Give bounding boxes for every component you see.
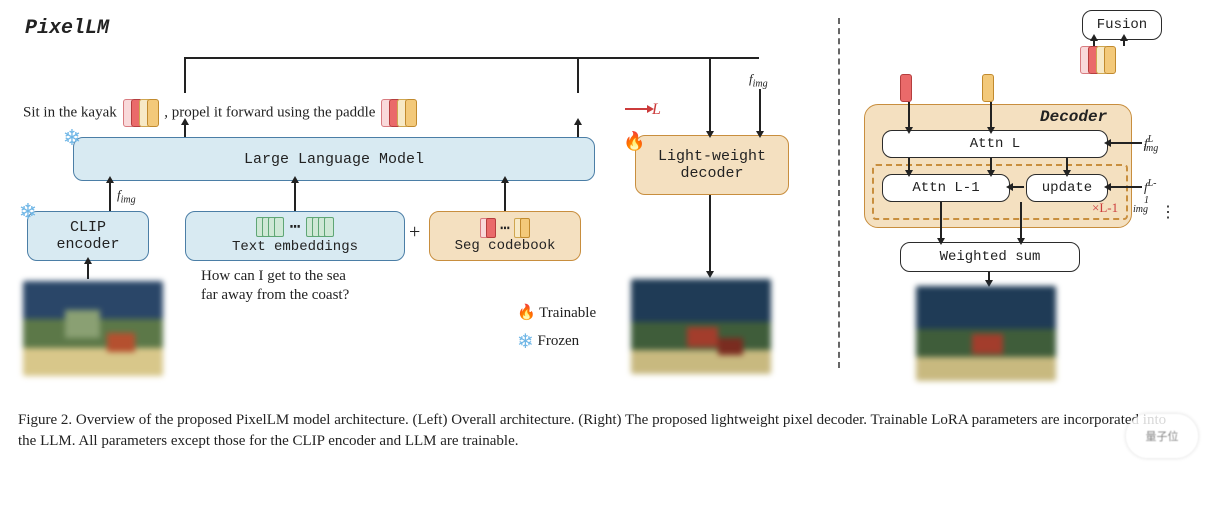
attn-L-box: Attn L — [882, 130, 1108, 158]
fimg-left-label: fimg — [117, 187, 136, 206]
model-title: PixelLM — [25, 17, 109, 40]
text-emb-label: Text embeddings — [232, 239, 358, 255]
times-L-1: ×L-1 — [1092, 200, 1118, 216]
fusion-tokens — [1082, 46, 1114, 74]
plus-sign: + — [409, 221, 420, 244]
vertical-divider — [838, 18, 840, 368]
text-embeddings-box: ⋯ Text embeddings — [185, 211, 405, 261]
decoder-output-image — [916, 286, 1056, 381]
arrow-textemb-llm — [294, 181, 296, 211]
snowflake-icon: ❄ — [59, 125, 85, 151]
right-decoder-detail: Fusion Decoder ×L-1 Attn L Attn L-1 upda… — [860, 8, 1190, 382]
output-sentence: Sit in the kayak , propel it forward usi… — [23, 99, 419, 127]
snowflake-icon-clip: ❄ — [15, 199, 41, 225]
update-box: update — [1026, 174, 1108, 202]
arrow-seg-llm — [504, 181, 506, 211]
vdots-icon: ⋮ — [1160, 202, 1176, 222]
arrow-fimg-decoder — [759, 89, 761, 133]
decoder-input-token-red — [902, 74, 910, 102]
watermark-badge: 量子位 — [1126, 414, 1198, 458]
fimg-top-label: fimg — [749, 71, 768, 90]
fire-icon: 🔥 — [623, 131, 645, 153]
llm-box: Large Language Model — [73, 137, 595, 181]
decoder-label: Light-weight decoder — [658, 148, 766, 182]
figure-caption: Figure 2. Overview of the proposed Pixel… — [18, 410, 1188, 451]
text-emb-tokens: ⋯ — [258, 216, 331, 238]
legend-frozen: ❄ Frozen — [517, 329, 579, 354]
figure-page: PixelLM Sit in the kayak , propel it for… — [0, 0, 1210, 516]
decoder-title: Decoder — [1040, 108, 1107, 126]
lightweight-decoder-box: Light-weight decoder — [635, 135, 789, 195]
seg-label: Seg codebook — [455, 238, 556, 254]
clip-label: CLIP encoder — [56, 219, 119, 253]
loss-arrow-line — [625, 108, 649, 110]
arrow-clip-llm — [109, 181, 111, 211]
fimg-L-label: fLimg — [1144, 134, 1158, 154]
legend-trainable: 🔥 Trainable — [517, 303, 596, 322]
token-group-2 — [383, 104, 415, 120]
top-bus — [184, 57, 759, 59]
seg-codebook-box: ⋯ Seg codebook — [429, 211, 581, 261]
attn-Lm1-box: Attn L-1 — [882, 174, 1010, 202]
fire-icon-legend: 🔥 — [517, 305, 536, 321]
snowflake-icon-legend: ❄ — [517, 331, 534, 353]
loss-arrowhead — [647, 105, 654, 113]
token-group-1 — [125, 104, 161, 120]
left-architecture: PixelLM Sit in the kayak , propel it for… — [18, 10, 820, 382]
llm-label: Large Language Model — [244, 151, 424, 168]
fimg-Lm1-label: fL-1img — [1144, 178, 1161, 215]
question-text: How can I get to the sea far away from t… — [201, 267, 349, 305]
weighted-sum-box: Weighted sum — [900, 242, 1080, 272]
input-image — [23, 281, 163, 376]
arrow-decoder-out — [709, 195, 711, 273]
sentence-part2: , propel it forward using the paddle — [164, 104, 375, 120]
sentence-part1: Sit in the kayak — [23, 104, 117, 120]
output-image — [631, 279, 771, 374]
seg-tokens: ⋯ — [482, 218, 528, 238]
clip-encoder-box: CLIP encoder — [27, 211, 149, 261]
decoder-input-token-ora — [984, 74, 992, 102]
